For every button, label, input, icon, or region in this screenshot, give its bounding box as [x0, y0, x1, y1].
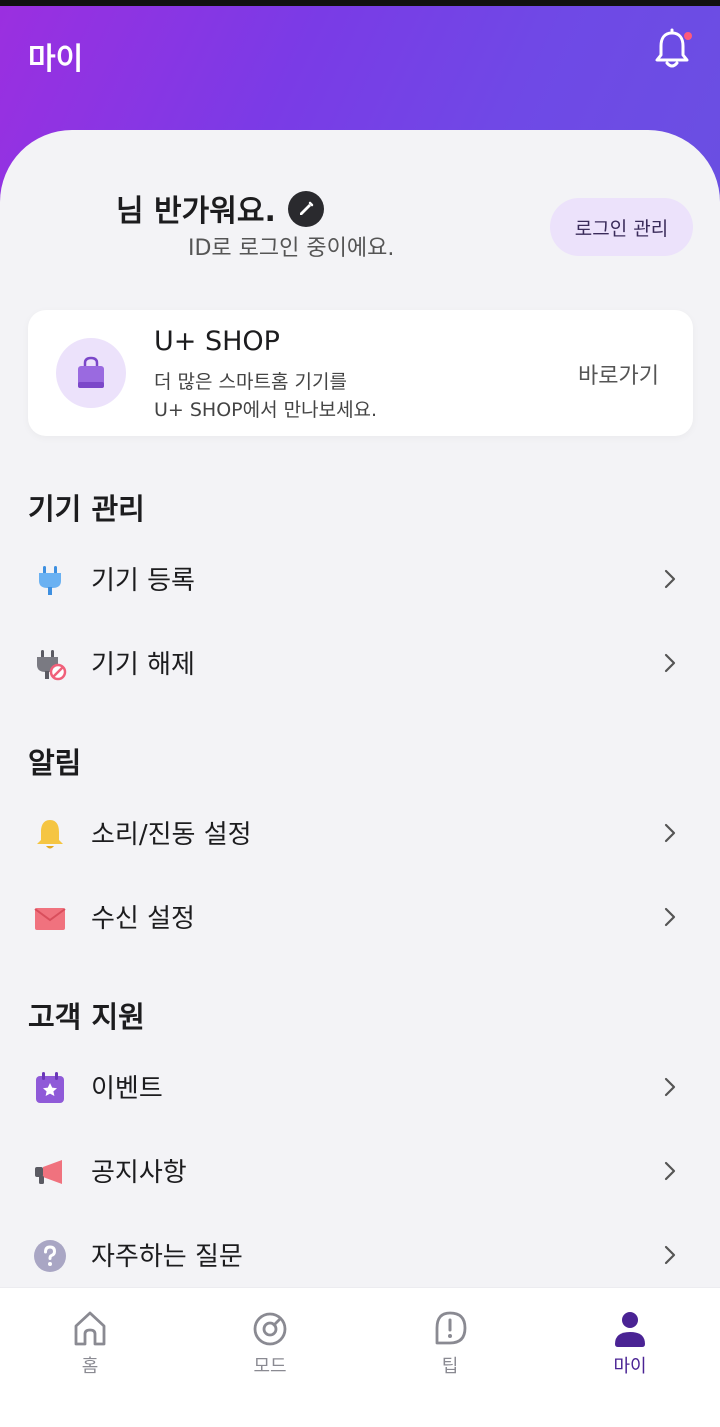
menu-label: 수신 설정 [91, 904, 195, 934]
home-icon [74, 1311, 106, 1346]
menu-label: 기기 해제 [91, 650, 195, 680]
shop-icon-circle [56, 338, 126, 408]
shop-desc-line1: 더 많은 스마트홈 기기를 [154, 371, 347, 393]
plug-off-icon [37, 650, 67, 681]
question-icon [34, 1240, 66, 1272]
calendar-star-icon [36, 1072, 64, 1103]
tip-icon [435, 1311, 467, 1345]
nav-home[interactable]: 홈 [0, 1288, 180, 1398]
login-status: ID로 로그인 중이에요. [188, 236, 395, 261]
chevron-right-icon [664, 907, 676, 927]
edit-profile-button[interactable] [288, 191, 324, 227]
section-title-notification: 알림 [28, 746, 82, 780]
chevron-right-icon [664, 1077, 676, 1097]
bell-icon [37, 820, 63, 849]
menu-label: 이벤트 [91, 1074, 163, 1104]
nav-label: 모드 [253, 1356, 287, 1377]
pencil-icon [300, 201, 314, 215]
chevron-right-icon [664, 823, 676, 843]
notification-dot [684, 32, 692, 40]
shop-desc-line2: U+ SHOP에서 만나보세요. [154, 399, 378, 421]
menu-item-notice[interactable]: 공지사항 [0, 1134, 720, 1218]
shop-title: U+ SHOP [154, 326, 280, 357]
chevron-right-icon [664, 1161, 676, 1181]
section-title-support: 고객 지원 [28, 1000, 145, 1034]
nav-mode[interactable]: 모드 [180, 1288, 360, 1398]
bottom-nav: 홈 모드 팁 마이 [0, 1287, 720, 1427]
nav-my[interactable]: 마이 [540, 1288, 720, 1398]
shopping-bag-icon [78, 356, 104, 388]
chevron-right-icon [664, 569, 676, 589]
plug-icon [39, 566, 61, 595]
chevron-right-icon [664, 1245, 676, 1265]
menu-item-receive-settings[interactable]: 수신 설정 [0, 880, 720, 964]
page-title: 마이 [28, 42, 84, 77]
section-title-device: 기기 관리 [28, 492, 145, 526]
menu-label: 자주하는 질문 [91, 1242, 243, 1272]
nav-tip[interactable]: 팁 [360, 1288, 540, 1398]
menu-item-device-register[interactable]: 기기 등록 [0, 542, 720, 626]
menu-label: 공지사항 [91, 1158, 187, 1188]
login-manage-button[interactable]: 로그인 관리 [550, 198, 693, 256]
shop-link[interactable]: 바로가기 [578, 358, 659, 390]
chevron-right-icon [664, 653, 676, 673]
menu-item-sound-vibration[interactable]: 소리/진동 설정 [0, 796, 720, 880]
menu-item-device-remove[interactable]: 기기 해제 [0, 626, 720, 710]
menu-label: 기기 등록 [91, 566, 195, 596]
nav-label: 홈 [81, 1356, 99, 1377]
menu-label: 소리/진동 설정 [91, 820, 252, 850]
shop-banner[interactable]: U+ SHOP 더 많은 스마트홈 기기를 U+ SHOP에서 만나보세요. 바… [28, 310, 693, 436]
shop-description: 더 많은 스마트홈 기기를 U+ SHOP에서 만나보세요. [154, 368, 377, 424]
mode-icon [253, 1312, 287, 1346]
menu-item-event[interactable]: 이벤트 [0, 1050, 720, 1134]
person-icon [615, 1312, 645, 1347]
nav-label: 마이 [613, 1356, 647, 1377]
envelope-icon [34, 908, 66, 930]
nav-label: 팁 [441, 1356, 459, 1377]
greeting-text: 님 반가워요. [116, 194, 276, 229]
megaphone-icon [35, 1160, 62, 1184]
